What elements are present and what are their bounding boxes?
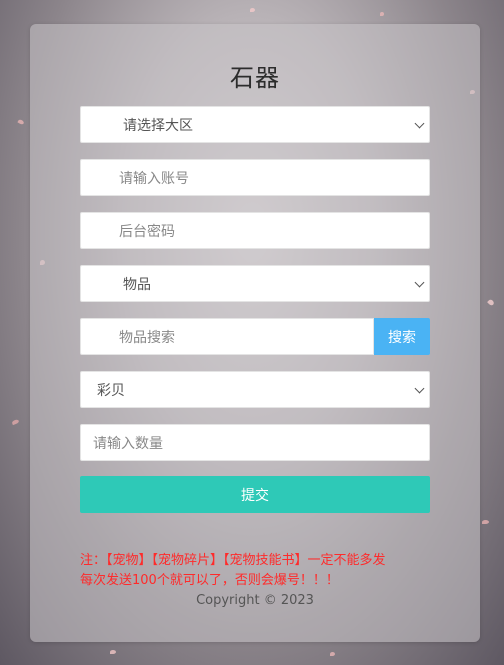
quantity-placeholder: 请输入数量 <box>93 435 163 452</box>
copyright-text: Copyright © 2023 <box>196 593 314 608</box>
password-input[interactable]: 后台密码 <box>80 212 430 249</box>
currency-select-label: 彩贝 <box>97 382 125 399</box>
server-select-label: 请选择大区 <box>123 117 193 134</box>
quantity-input[interactable]: 请输入数量 <box>80 424 430 461</box>
item-select-label: 物品 <box>123 276 151 293</box>
account-placeholder: 请输入账号 <box>119 170 189 187</box>
server-select[interactable]: 请选择大区 <box>80 106 430 143</box>
submit-button[interactable]: 提交 <box>80 476 430 513</box>
search-button[interactable]: 搜索 <box>374 318 430 355</box>
warning-notice: 注：【宠物】【宠物碎片】【宠物技能书】一定不能多发 每次发送100个就可以了，否… <box>80 551 440 591</box>
notice-line-2: 每次发送100个就可以了，否则会爆号！！！ <box>80 573 339 588</box>
item-select[interactable]: 物品 <box>80 265 430 302</box>
chevron-down-icon <box>414 277 425 288</box>
chevron-down-icon <box>414 118 425 129</box>
currency-select[interactable]: 彩贝 <box>80 371 430 408</box>
page-title: 石器 <box>230 64 280 92</box>
login-card: 石器 请选择大区 请输入账号 后台密码 物品 物品搜索 搜索 彩贝 请输入数量 … <box>30 24 480 642</box>
account-input[interactable]: 请输入账号 <box>80 159 430 196</box>
notice-line-1: 注：【宠物】【宠物碎片】【宠物技能书】一定不能多发 <box>80 553 386 568</box>
password-placeholder: 后台密码 <box>119 223 175 240</box>
chevron-down-icon <box>414 383 425 394</box>
item-search-input[interactable]: 物品搜索 <box>80 318 374 355</box>
item-search-placeholder: 物品搜索 <box>119 329 175 346</box>
